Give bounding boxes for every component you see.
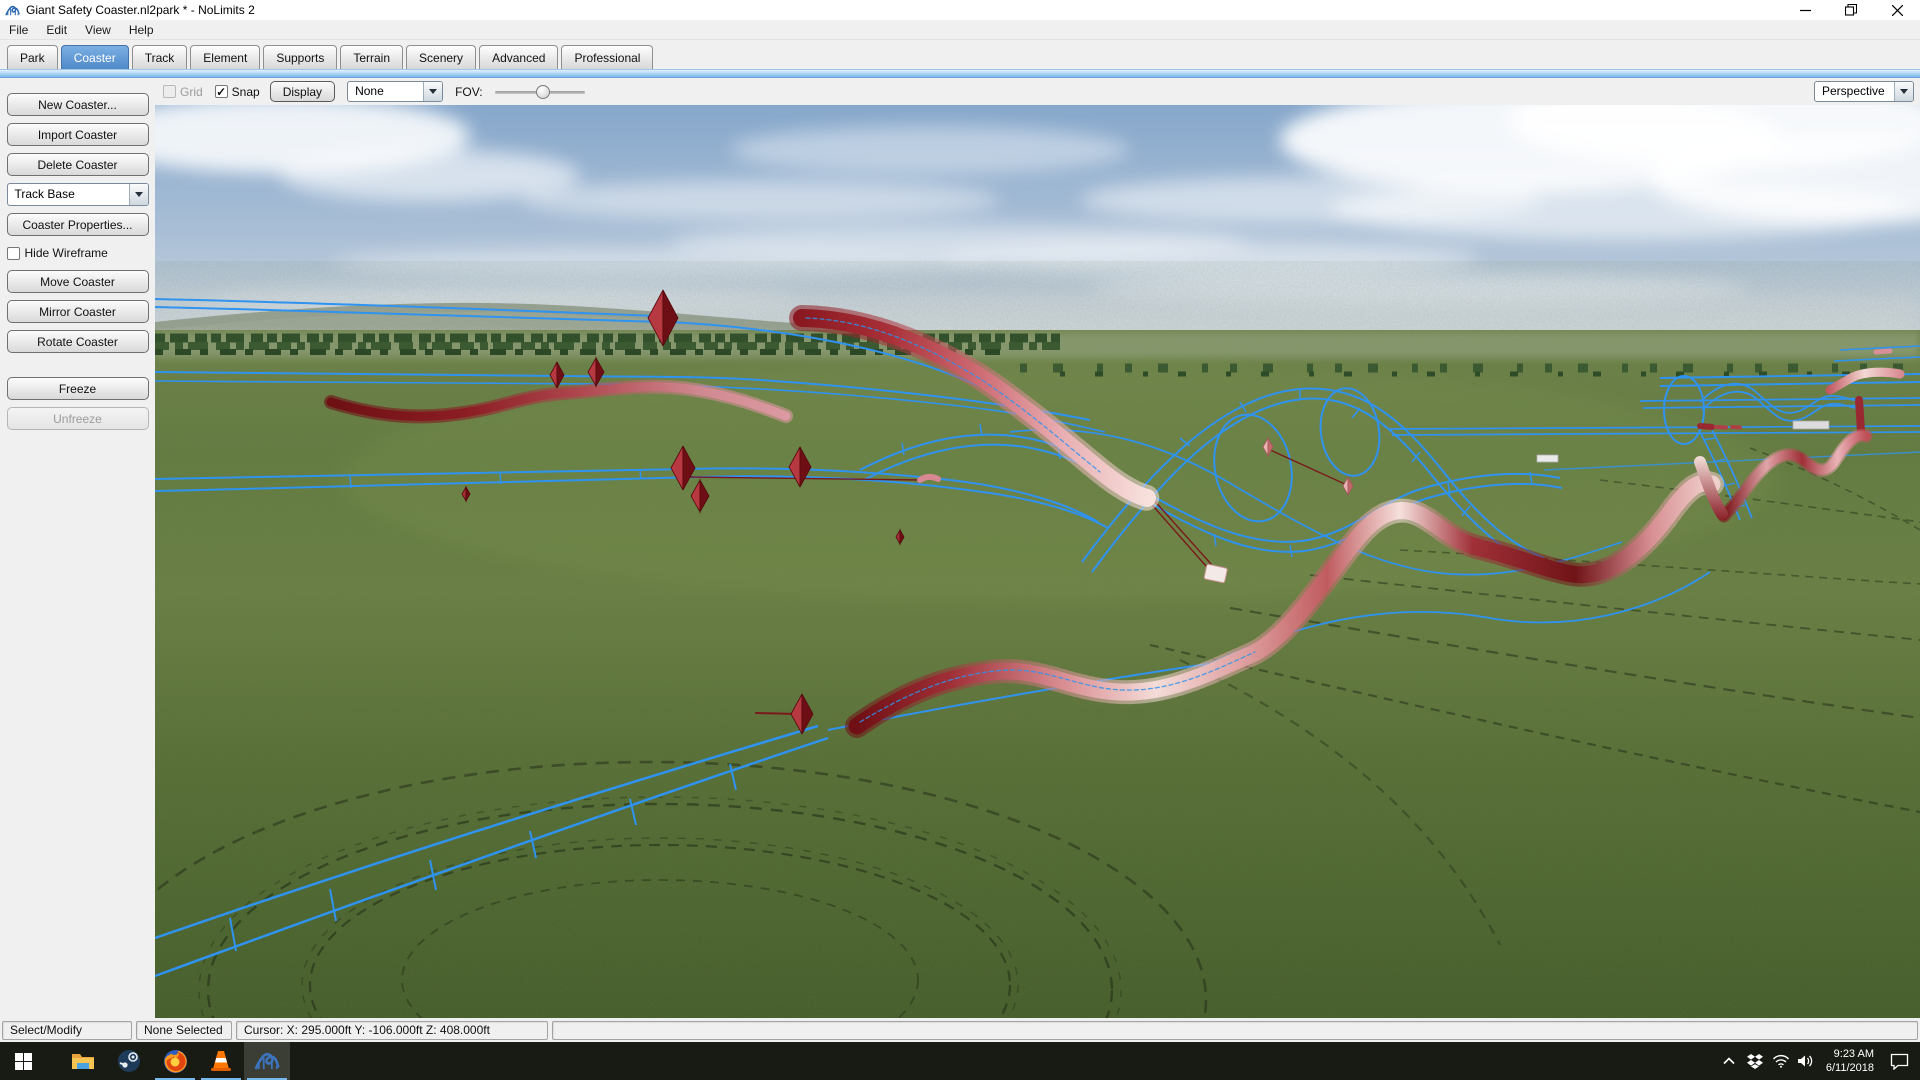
display-mode-value: None bbox=[348, 82, 423, 101]
tab-advanced[interactable]: Advanced bbox=[479, 45, 558, 70]
coaster-properties-button[interactable]: Coaster Properties... bbox=[7, 213, 149, 236]
status-mode: Select/Modify bbox=[2, 1021, 132, 1040]
minimize-button[interactable] bbox=[1782, 0, 1828, 20]
clock-time: 9:23 AM bbox=[1826, 1047, 1874, 1061]
vlc-button[interactable] bbox=[198, 1042, 244, 1080]
display-mode-dropdown[interactable]: None bbox=[347, 81, 443, 102]
window-title: Giant Safety Coaster.nl2park * - NoLimit… bbox=[26, 3, 255, 17]
menu-help[interactable]: Help bbox=[120, 21, 163, 39]
chevron-down-icon[interactable] bbox=[423, 82, 442, 101]
menu-view[interactable]: View bbox=[76, 21, 120, 39]
rotate-coaster-button[interactable]: Rotate Coaster bbox=[7, 330, 149, 353]
menu-bar: File Edit View Help bbox=[0, 20, 1920, 40]
status-bar: Select/Modify None Selected Cursor: X: 2… bbox=[0, 1018, 1920, 1042]
start-button[interactable] bbox=[0, 1042, 46, 1080]
dropbox-icon[interactable] bbox=[1742, 1054, 1768, 1069]
nolimits2-taskbar-button[interactable] bbox=[244, 1042, 290, 1080]
status-cursor-coordinates: Cursor: X: 295.000ft Y: -106.000ft Z: 40… bbox=[236, 1021, 548, 1040]
hide-wireframe-checkbox[interactable] bbox=[7, 247, 20, 260]
clock-date: 6/11/2018 bbox=[1826, 1061, 1874, 1075]
new-coaster-button[interactable]: New Coaster... bbox=[7, 93, 149, 116]
fov-slider[interactable] bbox=[495, 85, 585, 99]
steam-icon bbox=[117, 1049, 141, 1073]
tab-supports[interactable]: Supports bbox=[263, 45, 337, 70]
tab-scenery[interactable]: Scenery bbox=[406, 45, 476, 70]
display-button[interactable]: Display bbox=[270, 81, 335, 102]
camera-mode-dropdown[interactable]: Perspective bbox=[1814, 81, 1914, 102]
folder-icon bbox=[71, 1051, 95, 1071]
hide-wireframe-label: Hide Wireframe bbox=[25, 246, 108, 260]
firefox-icon bbox=[163, 1049, 188, 1074]
title-bar: Giant Safety Coaster.nl2park * - NoLimit… bbox=[0, 0, 1920, 20]
tab-track[interactable]: Track bbox=[132, 45, 188, 70]
tab-park[interactable]: Park bbox=[7, 45, 58, 70]
track-mode-dropdown[interactable]: Track Base bbox=[7, 183, 149, 206]
snap-checkbox[interactable]: ✓ bbox=[215, 85, 228, 98]
action-center-icon[interactable] bbox=[1882, 1053, 1916, 1070]
tab-coaster[interactable]: Coaster bbox=[61, 45, 129, 70]
mode-tab-bar: Park Coaster Track Element Supports Terr… bbox=[0, 40, 1920, 69]
wifi-icon[interactable] bbox=[1768, 1054, 1794, 1068]
grid-checkbox[interactable] bbox=[163, 85, 176, 98]
speaker-icon[interactable] bbox=[1794, 1054, 1820, 1068]
move-coaster-button[interactable]: Move Coaster bbox=[7, 270, 149, 293]
nolimits-coaster-icon bbox=[254, 1048, 280, 1074]
tab-professional[interactable]: Professional bbox=[561, 45, 653, 70]
windows-taskbar: 9:23 AM 6/11/2018 bbox=[0, 1042, 1920, 1080]
status-selection: None Selected bbox=[136, 1021, 232, 1040]
app-coaster-icon bbox=[5, 3, 20, 18]
fov-label: FOV: bbox=[455, 85, 483, 99]
file-explorer-button[interactable] bbox=[60, 1042, 106, 1080]
taskbar-clock[interactable]: 9:23 AM 6/11/2018 bbox=[1826, 1047, 1874, 1075]
accent-strip bbox=[0, 69, 1920, 78]
mirror-coaster-button[interactable]: Mirror Coaster bbox=[7, 300, 149, 323]
status-spacer bbox=[552, 1021, 1918, 1040]
steam-button[interactable] bbox=[106, 1042, 152, 1080]
camera-mode-value: Perspective bbox=[1815, 82, 1894, 101]
track-mode-value: Track Base bbox=[8, 184, 129, 205]
unfreeze-button: Unfreeze bbox=[7, 407, 149, 430]
menu-file[interactable]: File bbox=[0, 21, 37, 39]
import-coaster-button[interactable]: Import Coaster bbox=[7, 123, 149, 146]
freeze-button[interactable]: Freeze bbox=[7, 377, 149, 400]
nolimits2-window: Giant Safety Coaster.nl2park * - NoLimit… bbox=[0, 0, 1920, 1080]
system-tray: 9:23 AM 6/11/2018 bbox=[1716, 1042, 1920, 1080]
viewport-toolbar: Grid ✓ Snap Display None FOV: Perspectiv… bbox=[155, 78, 1920, 105]
delete-coaster-button[interactable]: Delete Coaster bbox=[7, 153, 149, 176]
vlc-cone-icon bbox=[209, 1049, 233, 1073]
windows-logo-icon bbox=[15, 1053, 32, 1070]
chevron-down-icon[interactable] bbox=[1894, 82, 1913, 101]
chevron-down-icon[interactable] bbox=[129, 184, 148, 205]
firefox-button[interactable] bbox=[152, 1042, 198, 1080]
restore-button[interactable] bbox=[1828, 0, 1874, 20]
tray-expand-chevron-icon[interactable] bbox=[1716, 1057, 1742, 1065]
tab-element[interactable]: Element bbox=[190, 45, 260, 70]
tab-terrain[interactable]: Terrain bbox=[340, 45, 403, 70]
coaster-sidebar: New Coaster... Import Coaster Delete Coa… bbox=[0, 78, 155, 1018]
snap-label: Snap bbox=[232, 85, 260, 99]
fov-slider-thumb[interactable] bbox=[536, 85, 550, 99]
menu-edit[interactable]: Edit bbox=[37, 21, 76, 39]
viewport-3d-scene[interactable] bbox=[155, 105, 1920, 1018]
close-button[interactable] bbox=[1874, 0, 1920, 20]
grid-label: Grid bbox=[180, 85, 203, 99]
